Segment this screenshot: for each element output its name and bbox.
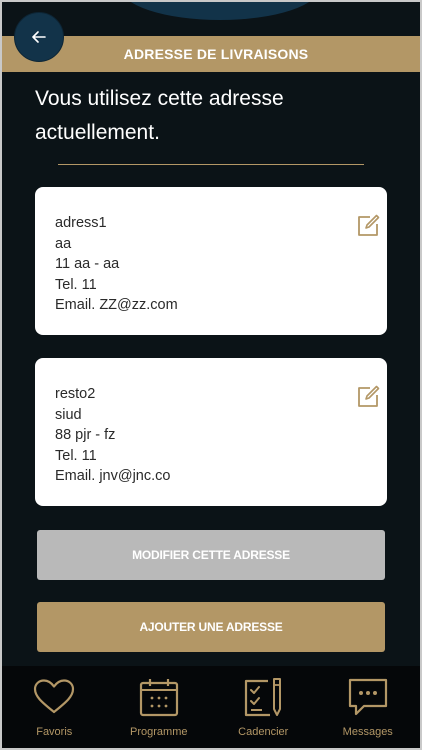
page-title: ADRESSE DE LIVRAISONS: [123, 46, 309, 62]
app-screen: ADRESSE DE LIVRAISONS Vous utilisez cett…: [2, 2, 420, 748]
address-name: resto2: [55, 386, 96, 402]
tab-favoris[interactable]: Favoris: [2, 666, 107, 748]
address-city: 88 pjr - fz: [55, 427, 116, 443]
top-decoration: [120, 2, 320, 20]
address-city: 11 aa - aa: [55, 256, 120, 272]
current-address-message: Vous utilisez cette adresse actuellement…: [35, 87, 284, 144]
edit-icon: [358, 385, 380, 407]
divider: [58, 164, 364, 165]
address-email: Email. ZZ@zz.com: [55, 297, 178, 313]
address-card[interactable]: adress1 aa 11 aa - aa Tel. 11 Email. ZZ@…: [35, 187, 387, 335]
heart-icon: [34, 679, 75, 714]
calendar-icon: [139, 679, 178, 717]
tab-messages[interactable]: Messages: [316, 666, 421, 748]
modify-address-button[interactable]: MODIFIER CETTE ADRESSE: [37, 530, 385, 580]
address-phone: Tel. 11: [55, 447, 97, 464]
address-details: resto2 siud 88 pjr - fz Tel. 11 Email. j…: [55, 384, 170, 487]
bottom-tab-bar: Favoris Programme Cadencier Messages: [2, 666, 420, 748]
arrow-left-icon: [32, 31, 46, 43]
chat-icon: [348, 678, 387, 716]
tab-label: Favoris: [36, 726, 73, 738]
tab-label: Cadencier: [238, 726, 289, 738]
address-name: adress1: [55, 215, 107, 231]
tab-programme[interactable]: Programme: [107, 666, 212, 748]
back-button[interactable]: [14, 12, 64, 62]
address-details: adress1 aa 11 aa - aa Tel. 11 Email. ZZ@…: [55, 213, 178, 316]
edit-address-button[interactable]: [355, 384, 381, 410]
address-phone: Tel. 11: [55, 276, 97, 293]
tab-label: Messages: [342, 726, 393, 738]
edit-icon: [358, 214, 380, 236]
address-line: aa: [55, 235, 72, 252]
address-line: siud: [55, 406, 82, 423]
tab-cadencier[interactable]: Cadencier: [211, 666, 316, 748]
header-bar: ADRESSE DE LIVRAISONS: [2, 36, 420, 72]
edit-address-button[interactable]: [355, 213, 381, 239]
checklist-icon: [245, 678, 282, 717]
add-address-button[interactable]: AJOUTER UNE ADRESSE: [37, 602, 385, 652]
tab-label: Programme: [130, 726, 188, 738]
address-card[interactable]: resto2 siud 88 pjr - fz Tel. 11 Email. j…: [35, 358, 387, 506]
address-email: Email. jnv@jnc.co: [55, 468, 171, 484]
